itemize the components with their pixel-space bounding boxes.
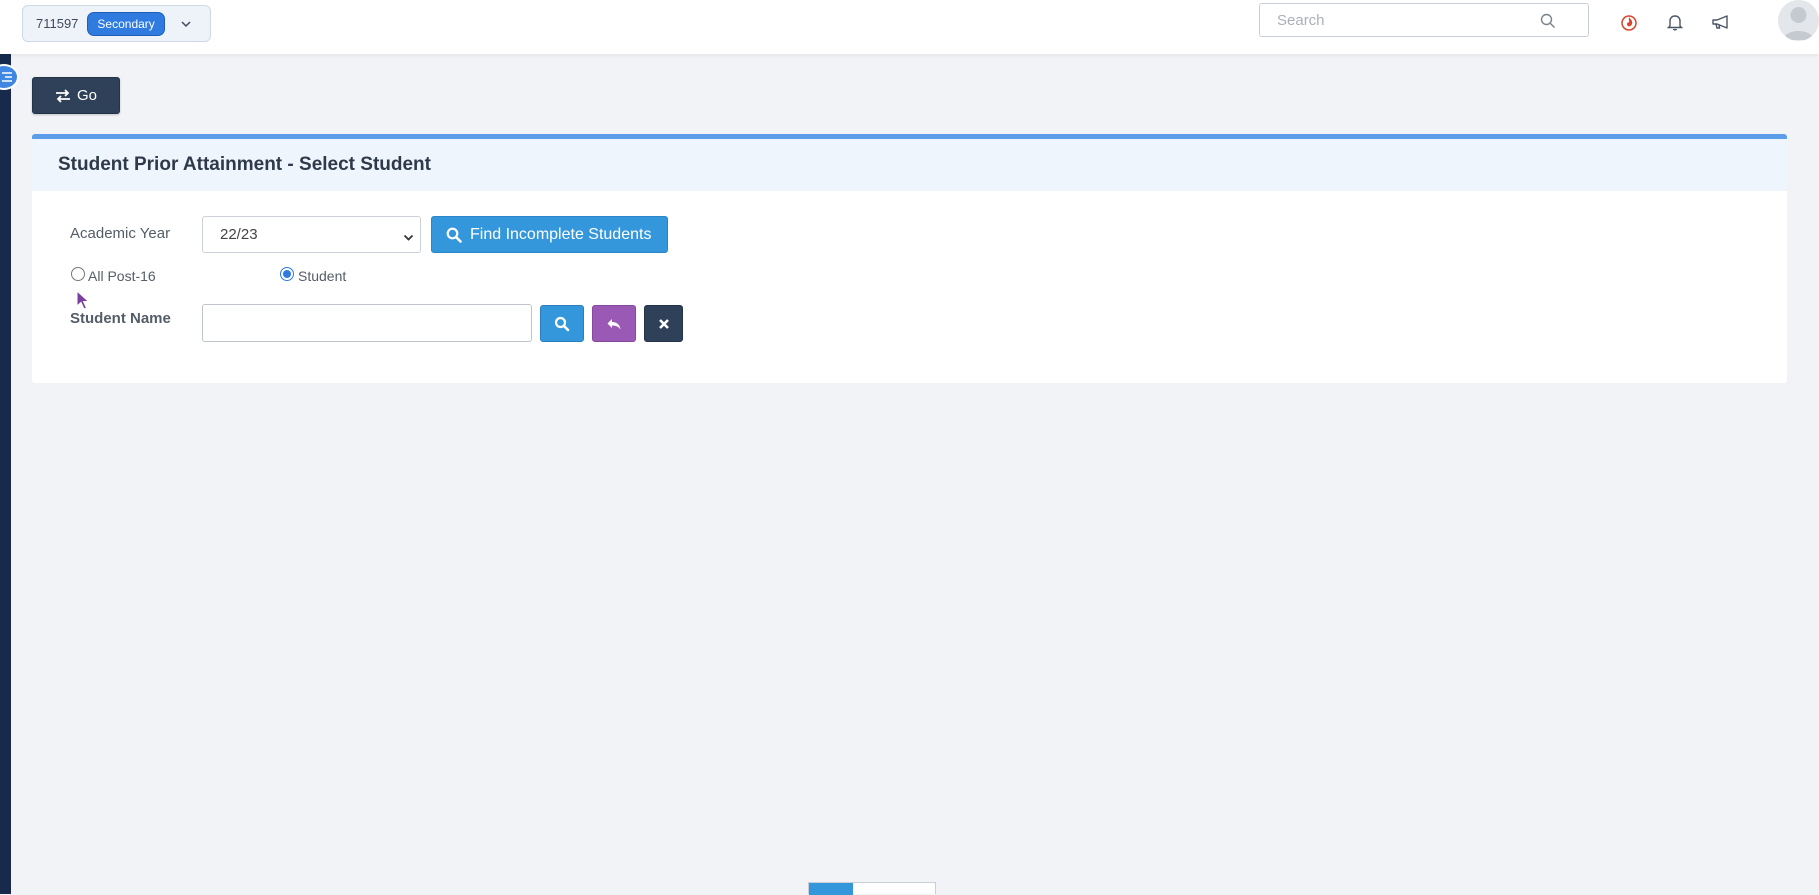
school-switcher[interactable]: 711597 Secondary [22,5,211,42]
find-incomplete-students-button[interactable]: Find Incomplete Students [431,216,668,253]
user-avatar[interactable] [1778,0,1819,41]
search-input[interactable] [1260,4,1530,36]
search-student-button[interactable] [540,305,584,342]
school-id: 711597 [36,16,79,31]
academic-year-select[interactable]: 22/23 [202,216,421,253]
search-icon [446,227,462,243]
school-phase-badge: Secondary [87,11,165,36]
select-student-panel: Student Prior Attainment - Select Studen… [32,134,1787,383]
sidebar-toggle-icon[interactable] [0,64,19,90]
student-name-label: Student Name [70,310,171,327]
mouse-cursor-icon [76,290,90,310]
chevron-down-icon [180,18,192,30]
close-icon [658,318,669,329]
radio-student[interactable] [280,267,294,281]
clear-button[interactable] [644,305,683,342]
chevron-down-icon [403,230,414,247]
radio-student-label: Student [298,268,347,284]
left-sidebar-rail [0,54,11,894]
reply-icon [607,318,621,329]
radio-all-post-16[interactable] [71,267,85,281]
panel-title: Student Prior Attainment - Select Studen… [32,139,1787,191]
top-bar: 711597 Secondary [0,0,1819,54]
global-search [1259,3,1589,37]
bottom-progress-fill [809,883,853,895]
radio-all-post-16-label: All Post-16 [88,268,156,284]
go-button[interactable]: Go [32,77,120,114]
fire-icon[interactable] [1617,10,1641,34]
academic-year-value: 22/23 [220,226,258,243]
academic-year-label: Academic Year [70,225,171,242]
megaphone-icon[interactable] [1709,10,1733,34]
find-button-label: Find Incomplete Students [470,225,652,243]
student-name-input[interactable] [202,304,532,342]
search-icon [554,316,570,331]
exchange-icon [55,88,70,103]
search-icon[interactable] [1540,13,1556,29]
go-button-label: Go [76,87,97,104]
bell-icon[interactable] [1663,10,1687,34]
bottom-progress-tab [808,882,936,895]
undo-button[interactable] [592,305,636,342]
